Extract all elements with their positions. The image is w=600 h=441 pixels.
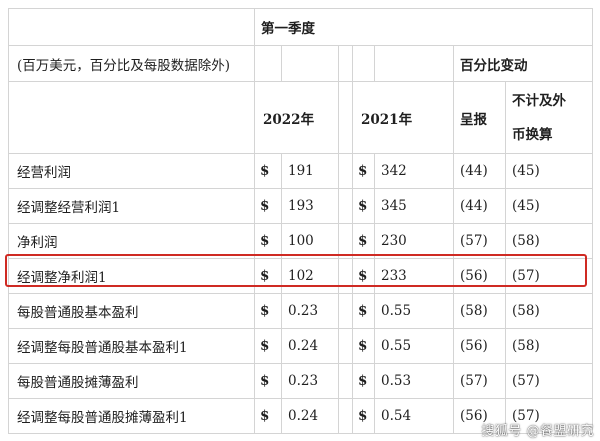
value-2021: 0.53	[374, 363, 454, 399]
table-row: 净利润 $ 100 $ 230 (57) (58)	[8, 223, 593, 259]
value-2021: 342	[374, 153, 454, 189]
currency-symbol: $	[352, 328, 375, 364]
reported-change: (58)	[453, 293, 506, 329]
currency-symbol: $	[254, 153, 282, 189]
currency-symbol: $	[352, 293, 375, 329]
ex-fx-change: (58)	[505, 328, 593, 364]
row-label: 经调整净利润1	[8, 258, 255, 294]
value-2022: 193	[281, 188, 339, 224]
currency-symbol: $	[352, 223, 375, 259]
value-2021: 0.54	[374, 398, 454, 434]
table-row: 经调整每股普通股基本盈利1 $ 0.24 $ 0.55 (56) (58)	[8, 328, 593, 364]
ex-fx-header: 不计及外 币换算	[505, 81, 593, 154]
ex-fx-change: (45)	[505, 153, 593, 189]
currency-symbol: $	[352, 363, 375, 399]
table-row: 每股普通股基本盈利 $ 0.23 $ 0.55 (58) (58)	[8, 293, 593, 329]
currency-symbol: $	[352, 258, 375, 294]
reported-change: (57)	[453, 223, 506, 259]
ex-fx-header-line1: 不计及外	[512, 92, 566, 109]
row-label: 经调整经营利润1	[8, 188, 255, 224]
ex-fx-change: (58)	[505, 293, 593, 329]
value-2021: 345	[374, 188, 454, 224]
reported-change: (44)	[453, 153, 506, 189]
currency-symbol: $	[254, 363, 282, 399]
table-row-highlighted: 经调整净利润1 $ 102 $ 233 (56) (57)	[8, 258, 593, 294]
value-2021: 230	[374, 223, 454, 259]
row-label: 经调整每股普通股摊薄盈利1	[8, 398, 255, 434]
row-label: 净利润	[8, 223, 255, 259]
value-2022: 0.24	[281, 328, 339, 364]
ex-fx-change: (45)	[505, 188, 593, 224]
year-2022-header: 2022年	[254, 81, 339, 154]
currency-symbol: $	[352, 188, 375, 224]
value-2021: 233	[374, 258, 454, 294]
currency-symbol: $	[254, 328, 282, 364]
ex-fx-change: (57)	[505, 363, 593, 399]
currency-symbol: $	[254, 258, 282, 294]
row-label: 每股普通股基本盈利	[8, 293, 255, 329]
value-2022: 102	[281, 258, 339, 294]
value-2021: 0.55	[374, 328, 454, 364]
currency-symbol: $	[352, 153, 375, 189]
reported-change: (56)	[453, 258, 506, 294]
value-2022: 191	[281, 153, 339, 189]
currency-symbol: $	[254, 398, 282, 434]
financial-table: 第一季度 (百万美元，百分比及每股数据除外) 百分比变动 2022年 2021年…	[8, 8, 593, 434]
header-row-units: (百万美元，百分比及每股数据除外) 百分比变动	[8, 45, 593, 82]
value-2022: 100	[281, 223, 339, 259]
header-row-period: 第一季度	[8, 8, 593, 46]
row-label: 经调整每股普通股基本盈利1	[8, 328, 255, 364]
year-2021-header: 2021年	[352, 81, 454, 154]
value-2022: 0.23	[281, 293, 339, 329]
value-2022: 0.24	[281, 398, 339, 434]
period-header: 第一季度	[254, 8, 593, 46]
reported-change: (56)	[453, 328, 506, 364]
header-row-columns: 2022年 2021年 呈报 不计及外币换算	[8, 81, 593, 154]
ex-fx-header-line2: 币换算	[512, 126, 553, 143]
row-label: 经营利润	[8, 153, 255, 189]
reported-change: (57)	[453, 363, 506, 399]
watermark: 搜狐号 @餐盟研究	[481, 424, 594, 439]
currency-symbol: $	[254, 223, 282, 259]
table-row: 经营利润 $ 191 $ 342 (44) (45)	[8, 153, 593, 189]
value-2022: 0.23	[281, 363, 339, 399]
currency-symbol: $	[352, 398, 375, 434]
value-2021: 0.55	[374, 293, 454, 329]
reported-change: (44)	[453, 188, 506, 224]
ex-fx-change: (57)	[505, 258, 593, 294]
currency-symbol: $	[254, 188, 282, 224]
pct-change-header: 百分比变动	[453, 45, 593, 82]
table-row: 经调整经营利润1 $ 193 $ 345 (44) (45)	[8, 188, 593, 224]
table-row: 每股普通股摊薄盈利 $ 0.23 $ 0.53 (57) (57)	[8, 363, 593, 399]
row-label: 每股普通股摊薄盈利	[8, 363, 255, 399]
currency-symbol: $	[254, 293, 282, 329]
reported-header: 呈报	[453, 81, 506, 154]
unit-note: (百万美元，百分比及每股数据除外)	[8, 45, 255, 82]
ex-fx-change: (58)	[505, 223, 593, 259]
